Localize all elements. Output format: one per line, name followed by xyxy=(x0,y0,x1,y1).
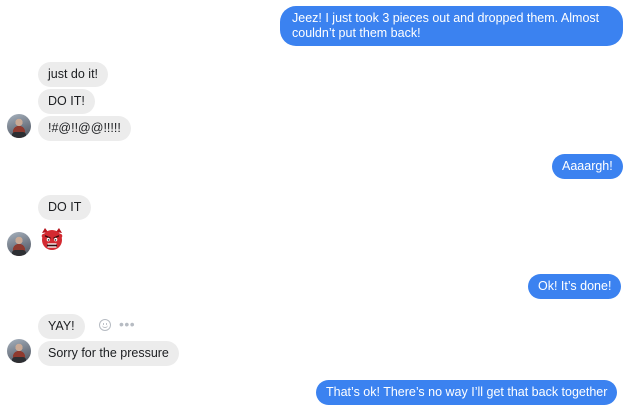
incoming-message: YAY! xyxy=(38,314,85,339)
incoming-message: !#@!!@@!!!!! xyxy=(38,116,131,141)
sender-avatar[interactable] xyxy=(7,114,31,138)
outgoing-message: Ok! It’s done! xyxy=(528,274,622,299)
incoming-message: just do it! xyxy=(38,62,109,87)
outgoing-message: Aaaargh! xyxy=(552,154,623,179)
angry-devil-emoji xyxy=(41,228,63,250)
outgoing-message: Jeez! I just took 3 pieces out and dropp… xyxy=(280,6,623,46)
incoming-message: Sorry for the pressure xyxy=(38,341,179,366)
incoming-message: DO IT! xyxy=(38,89,95,114)
outgoing-message: That’s ok! There’s no way I’ll get that … xyxy=(316,380,618,405)
more-options-icon[interactable]: ••• xyxy=(119,317,135,331)
sender-avatar[interactable] xyxy=(7,232,31,256)
sender-avatar[interactable] xyxy=(7,339,31,363)
smiley-reaction-icon[interactable] xyxy=(99,319,111,331)
incoming-message: DO IT xyxy=(38,195,92,220)
